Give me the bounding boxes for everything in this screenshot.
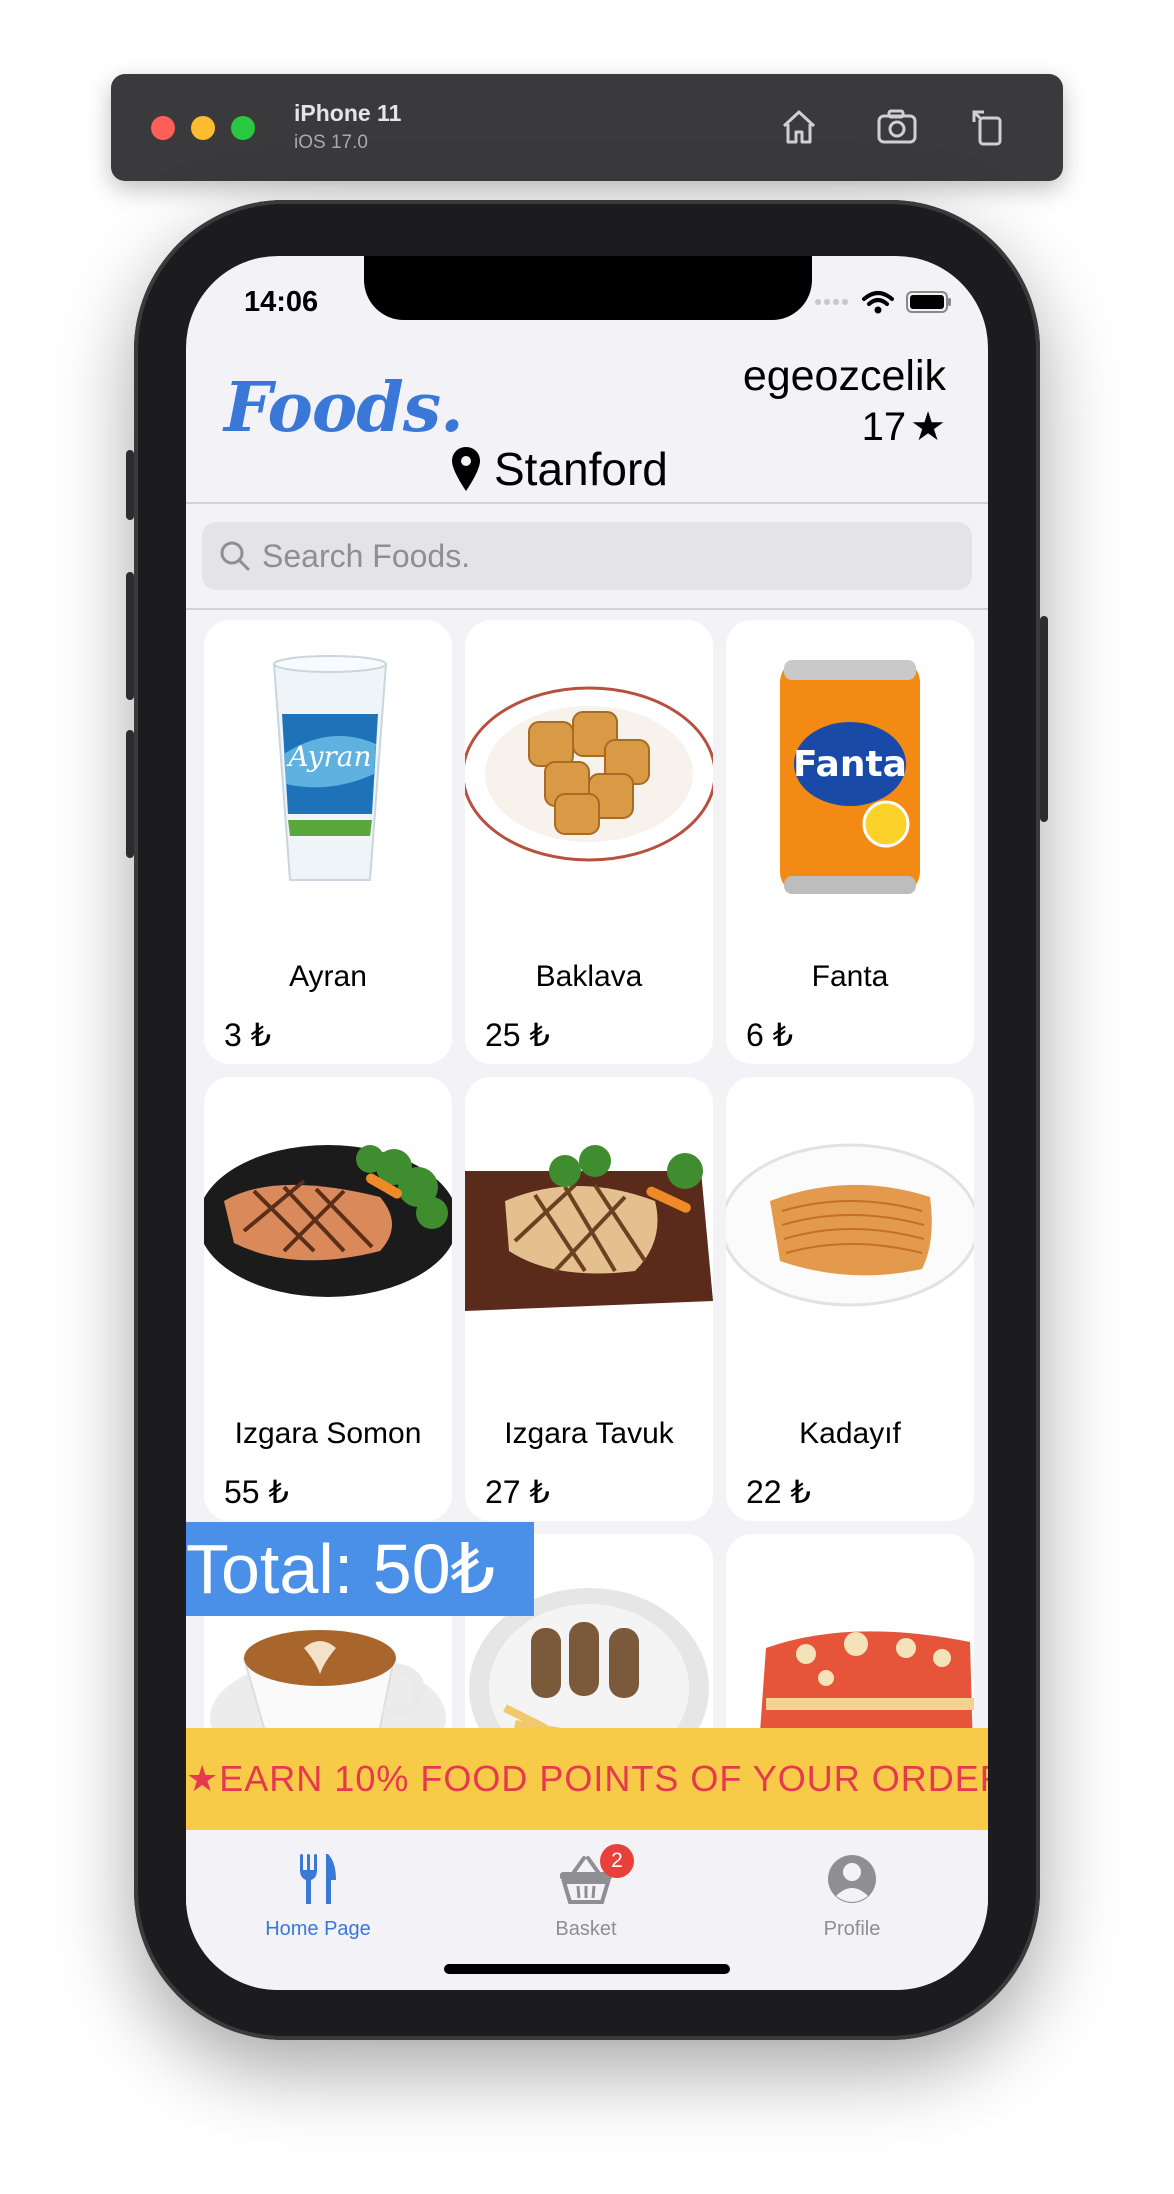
search-divider bbox=[186, 608, 988, 610]
food-name: Izgara Somon bbox=[234, 1417, 422, 1450]
app-screen: 14:06 Foods. egeozcelik 17 ★ Stanford Se… bbox=[186, 256, 988, 1990]
food-price: 3 ₺ bbox=[224, 1017, 272, 1053]
food-card-baklava[interactable]: Baklava 25 ₺ bbox=[465, 620, 713, 1064]
food-name: Ayran bbox=[289, 960, 367, 993]
points-value: 17 bbox=[861, 404, 907, 449]
food-name: Kadayıf bbox=[799, 1417, 901, 1450]
food-name: Izgara Tavuk bbox=[504, 1417, 674, 1450]
food-image bbox=[726, 1143, 974, 1307]
side-button bbox=[1040, 616, 1048, 822]
food-card-fanta[interactable]: Fanta Fanta 6 ₺ bbox=[726, 620, 974, 1064]
food-image: Ayran bbox=[272, 655, 388, 881]
tab-basket-label: Basket bbox=[555, 1918, 617, 1940]
status-icons bbox=[814, 290, 952, 314]
location[interactable]: Stanford bbox=[452, 442, 668, 496]
food-card-izgara-tavuk[interactable]: Izgara Tavuk 27 ₺ bbox=[465, 1077, 713, 1521]
food-price: 27 ₺ bbox=[485, 1474, 550, 1510]
food-price: 22 ₺ bbox=[746, 1474, 811, 1510]
zoom-window-button[interactable] bbox=[231, 116, 255, 140]
location-label: Stanford bbox=[494, 443, 668, 495]
food-image bbox=[204, 1145, 452, 1297]
basket-badge: 2 bbox=[600, 1844, 634, 1878]
search-bar[interactable] bbox=[202, 522, 972, 590]
home-icon[interactable] bbox=[776, 104, 822, 150]
username: egeozcelik bbox=[742, 352, 946, 400]
search-icon bbox=[220, 541, 250, 571]
volume-up-button bbox=[126, 572, 134, 700]
food-image bbox=[465, 1145, 713, 1311]
tab-home-page[interactable]: Home Page bbox=[218, 1852, 418, 1941]
person-circle-icon bbox=[828, 1855, 876, 1903]
minimize-window-button[interactable] bbox=[191, 116, 215, 140]
food-card-ayran[interactable]: Ayran Ayran 3 ₺ bbox=[204, 620, 452, 1064]
tab-profile-label: Profile bbox=[823, 1918, 881, 1940]
os-version: iOS 17.0 bbox=[294, 132, 368, 153]
svg-text:Ayran: Ayran bbox=[285, 740, 371, 773]
app-title: Foods. bbox=[224, 368, 464, 448]
rotate-icon[interactable] bbox=[966, 104, 1012, 150]
header-divider bbox=[186, 502, 988, 504]
tab-profile[interactable]: Profile bbox=[752, 1852, 952, 1941]
food-name: Fanta bbox=[811, 960, 889, 993]
signal-icon bbox=[815, 299, 848, 305]
promo-banner: ★EARN 10% FOOD POINTS OF YOUR ORDER★ bbox=[186, 1728, 988, 1830]
food-card-kadayif[interactable]: Kadayıf 22 ₺ bbox=[726, 1077, 974, 1521]
tab-basket[interactable]: 2 Basket bbox=[486, 1844, 686, 1941]
device-name: iPhone 11 bbox=[294, 100, 402, 126]
search-input[interactable] bbox=[260, 536, 972, 576]
food-price: 6 ₺ bbox=[746, 1017, 794, 1053]
basket-total[interactable]: Total: 50₺ bbox=[186, 1522, 534, 1616]
fork-knife-icon bbox=[300, 1854, 336, 1904]
wifi-icon bbox=[862, 291, 894, 314]
home-indicator bbox=[444, 1964, 730, 1974]
food-image: Fanta bbox=[780, 660, 920, 894]
food-card-izgara-somon[interactable]: Izgara Somon 55 ₺ bbox=[204, 1077, 452, 1521]
food-image bbox=[465, 686, 713, 862]
food-name: Baklava bbox=[535, 960, 643, 993]
map-pin-icon bbox=[452, 447, 480, 491]
tab-home-label: Home Page bbox=[265, 1918, 371, 1940]
status-time: 14:06 bbox=[244, 286, 319, 318]
simulator-toolbar: iPhone 11 iOS 17.0 bbox=[111, 74, 1063, 181]
mute-switch bbox=[126, 450, 134, 520]
food-price: 25 ₺ bbox=[485, 1017, 550, 1053]
close-window-button[interactable] bbox=[151, 116, 175, 140]
battery-icon bbox=[906, 291, 951, 313]
star-icon: ★ bbox=[910, 405, 946, 449]
points-display: 17 ★ bbox=[862, 404, 946, 450]
volume-down-button bbox=[126, 730, 134, 858]
screenshot-icon[interactable] bbox=[874, 104, 920, 150]
svg-text:Fanta: Fanta bbox=[793, 744, 907, 785]
notch bbox=[364, 256, 812, 320]
food-price: 55 ₺ bbox=[224, 1474, 289, 1510]
